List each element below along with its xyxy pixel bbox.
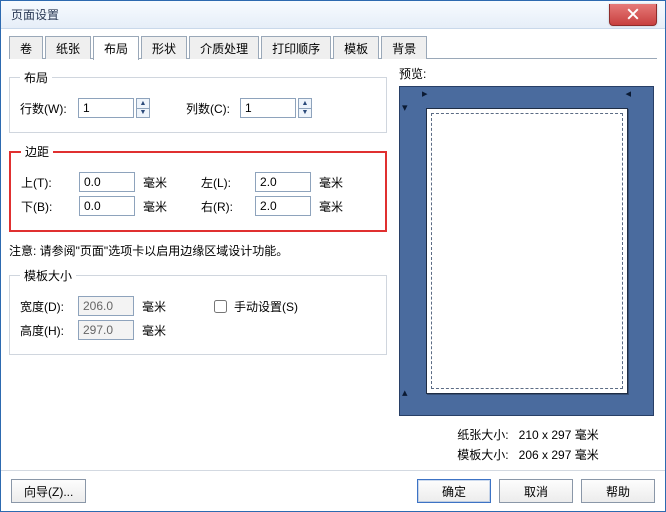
preview-page-margin — [431, 113, 623, 389]
margin-right-input[interactable] — [255, 196, 311, 216]
cancel-button[interactable]: 取消 — [499, 479, 573, 503]
margin-right-label: 右(R): — [201, 198, 247, 215]
margin-legend: 边距 — [21, 143, 53, 160]
preview-label: 预览: — [399, 65, 657, 82]
ok-button[interactable]: 确定 — [417, 479, 491, 503]
margin-left-label: 左(L): — [201, 174, 247, 191]
paper-size-value: 210 x 297 毫米 — [519, 428, 599, 442]
handle-icon: ▸ — [422, 89, 428, 100]
wizard-button[interactable]: 向导(Z)... — [11, 479, 86, 503]
unit-label: 毫米 — [319, 198, 343, 215]
unit-label: 毫米 — [142, 322, 166, 339]
tab-xingzhuang[interactable]: 形状 — [141, 36, 187, 59]
help-button[interactable]: 帮助 — [581, 479, 655, 503]
width-input — [78, 296, 134, 316]
template-size-group: 模板大小 宽度(D): 毫米 手动设置(S) 高度(H): — [9, 267, 387, 355]
manual-set-checkbox[interactable]: 手动设置(S) — [210, 297, 298, 316]
handle-icon: ▾ — [402, 103, 408, 114]
left-column: 布局 行数(W): ▲ ▼ 列数(C): — [9, 65, 387, 466]
tab-buju[interactable]: 布局 — [93, 36, 139, 60]
margin-top-label: 上(T): — [21, 174, 71, 191]
page-setup-dialog: 页面设置 卷 纸张 布局 形状 介质处理 打印顺序 模板 背景 布局 行数(W)… — [0, 0, 666, 512]
layout-group: 布局 行数(W): ▲ ▼ 列数(C): — [9, 69, 387, 133]
tab-muban[interactable]: 模板 — [333, 36, 379, 59]
tab-body: 布局 行数(W): ▲ ▼ 列数(C): — [9, 59, 657, 466]
unit-label: 毫米 — [143, 174, 167, 191]
preview-info: 纸张大小: 210 x 297 毫米 模板大小: 206 x 297 毫米 — [399, 426, 657, 463]
chevron-up-icon[interactable]: ▲ — [137, 99, 149, 109]
manual-set-label: 手动设置(S) — [234, 298, 298, 315]
close-icon — [627, 8, 639, 20]
paper-size-label: 纸张大小: — [457, 428, 508, 442]
close-button[interactable] — [609, 4, 657, 26]
cols-input[interactable] — [240, 98, 296, 118]
button-bar: 向导(Z)... 确定 取消 帮助 — [1, 470, 665, 511]
template-size-legend: 模板大小 — [20, 267, 76, 284]
preview-frame: ▸ ◂ ▾ ▴ — [399, 86, 654, 416]
height-input — [78, 320, 134, 340]
titlebar: 页面设置 — [1, 1, 665, 29]
tab-beijing[interactable]: 背景 — [381, 36, 427, 59]
width-label: 宽度(D): — [20, 298, 70, 315]
height-label: 高度(H): — [20, 322, 70, 339]
template-size-value: 206 x 297 毫米 — [519, 448, 599, 462]
layout-legend: 布局 — [20, 69, 52, 86]
margin-bottom-input[interactable] — [79, 196, 135, 216]
chevron-down-icon[interactable]: ▼ — [137, 109, 149, 118]
handle-icon: ◂ — [625, 89, 631, 100]
margin-note: 注意: 请参阅"页面"选项卡以启用边缘区域设计功能。 — [9, 242, 387, 259]
unit-label: 毫米 — [142, 298, 166, 315]
margin-top-input[interactable] — [79, 172, 135, 192]
rows-spinner[interactable]: ▲ ▼ — [136, 98, 150, 118]
tab-dayinshunxu[interactable]: 打印顺序 — [261, 36, 331, 59]
unit-label: 毫米 — [319, 174, 343, 191]
cols-label: 列数(C): — [186, 100, 232, 117]
chevron-up-icon[interactable]: ▲ — [299, 99, 311, 109]
tab-strip: 卷 纸张 布局 形状 介质处理 打印顺序 模板 背景 — [9, 35, 657, 59]
tab-zhizhang[interactable]: 纸张 — [45, 36, 91, 59]
template-size-label: 模板大小: — [457, 448, 508, 462]
right-column: 预览: ▸ ◂ ▾ ▴ 纸张大小: 210 x 297 毫米 — [399, 65, 657, 466]
cols-spinner[interactable]: ▲ ▼ — [298, 98, 312, 118]
margin-group: 边距 上(T): 毫米 左(L): 毫米 下(B): 毫米 — [9, 143, 387, 232]
margin-bottom-label: 下(B): — [21, 198, 71, 215]
manual-set-input[interactable] — [214, 300, 227, 313]
tab-juan[interactable]: 卷 — [9, 36, 43, 59]
window-title: 页面设置 — [11, 6, 59, 23]
handle-icon: ▴ — [402, 388, 408, 399]
rows-input[interactable] — [78, 98, 134, 118]
rows-label: 行数(W): — [20, 100, 70, 117]
chevron-down-icon[interactable]: ▼ — [299, 109, 311, 118]
margin-left-input[interactable] — [255, 172, 311, 192]
tab-jiezhichuli[interactable]: 介质处理 — [189, 36, 259, 59]
preview-page — [426, 108, 628, 394]
client-area: 卷 纸张 布局 形状 介质处理 打印顺序 模板 背景 布局 行数(W): ▲ — [1, 29, 665, 511]
unit-label: 毫米 — [143, 198, 167, 215]
